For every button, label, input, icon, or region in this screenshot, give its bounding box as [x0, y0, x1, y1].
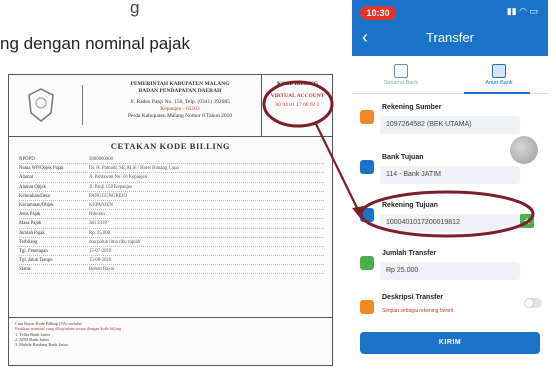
row-value: Hiburan	[89, 212, 105, 218]
active-tab-indicator	[464, 92, 530, 94]
table-row: Masa Pajak Juli 2018	[19, 219, 324, 229]
status-time: 10:30	[360, 6, 396, 20]
row-key: Alamat	[19, 175, 34, 181]
document-title: CETAKAN KODE BILLING	[110, 141, 231, 151]
row-value: 15-07-2018	[89, 248, 112, 254]
table-row: Kelurahan/Desa PANGGUNGREJO	[19, 192, 324, 201]
field-label: Rekening Tujuan	[382, 202, 438, 209]
amount-input[interactable]: Rp 25.000	[380, 262, 520, 280]
field-label: Rekening Sumber	[382, 104, 442, 111]
row-value: Juli 2018	[89, 221, 107, 227]
virtual-account-label: VIRTUAL ACCOUNT	[270, 93, 325, 99]
row-value: 2000000000	[89, 157, 113, 162]
table-row: Tgl. Jatuh Tempo 15-08-2018	[19, 256, 324, 266]
agency-department: BADAN PENDAPATAN DAERAH	[138, 88, 222, 94]
table-row: Tgl. Penetapan 15-07-2018	[19, 247, 324, 257]
billing-detail-table: NPOPD 2000000000 Nama WP/Objek Pajak Dr. H…	[19, 155, 324, 275]
contact-avatar[interactable]	[510, 136, 538, 164]
crest-icon	[28, 88, 54, 122]
row-key: Status	[19, 267, 31, 273]
row-value: PANGGUNGREJO	[89, 193, 127, 199]
bank-building-icon	[360, 160, 374, 174]
row-key: Alamat Objek	[19, 184, 47, 190]
billing-document: PEMERINTAH KABUPATEN MALANG BADAN PENDAP…	[8, 74, 333, 366]
row-value: 15-08-2018	[89, 258, 112, 264]
agency-address-2: Kepanjen - 65163	[160, 106, 200, 112]
row-key: Tgl. Penetapan	[19, 248, 48, 254]
row-key: Nama WP/Objek Pajak	[19, 166, 64, 172]
bank-transfer-icon	[492, 64, 506, 78]
wifi-icon: ◠	[519, 6, 527, 16]
field-label: Bank Tujuan	[382, 154, 424, 161]
row-value: dua puluh lima ribu rupiah	[89, 239, 141, 245]
table-row: Alamat Jl. Pahlawan No. 10 Kepanjen	[19, 173, 324, 183]
agency-address: Jl. Raden Panji No. 158, Telp. (0341) 39…	[130, 99, 230, 105]
tab-antar-bank[interactable]: Antar Bank	[450, 64, 548, 86]
row-key: Terbilang	[19, 239, 38, 245]
field-label: Jumlah Transfer	[382, 250, 437, 257]
table-row: Alamat Objek Jl. Panji 158 Kepanjen	[19, 183, 324, 192]
tab-sesama-bank[interactable]: Sesama Bank	[352, 64, 450, 86]
app-header: 10:30 ▮▮ ◠ ▭ ‹ Transfer	[352, 0, 548, 56]
table-row: Jumlah Pajak Rp. 25.000	[19, 229, 324, 238]
row-key: Masa Pajak	[19, 221, 42, 227]
note-icon	[360, 300, 374, 314]
favorite-star-icon[interactable]: ★	[520, 214, 534, 228]
screen-title: Transfer	[426, 30, 474, 45]
source-account-value[interactable]: 1097264582 (BEK UTAMA)	[380, 116, 520, 134]
row-value: Rp. 25.000	[89, 230, 111, 236]
table-row: NPOPD 2000000000	[19, 155, 324, 165]
signal-icon: ▮▮	[506, 6, 517, 16]
billing-code-box: KODE BILLING VIRTUAL ACCOUNT 00 04 01 17…	[261, 75, 332, 137]
table-row: Status Belum Bayar	[19, 265, 324, 275]
agency-regulation: Perda Kabupaten Malang Nomor 8 Tahun 201…	[127, 113, 233, 119]
agency-name: PEMERINTAH KABUPATEN MALANG	[130, 81, 230, 87]
row-value: Dr. H. Pamudi, SE, M.Si / Hotel Bintang …	[89, 166, 179, 172]
status-icons: ▮▮ ◠ ▭	[507, 6, 538, 17]
transfer-tabs: Sesama Bank Antar Bank	[352, 58, 548, 94]
mobile-banking-screen: 10:30 ▮▮ ◠ ▭ ‹ Transfer Sesama Bank Anta…	[352, 0, 548, 370]
slide-top-fragment: g	[130, 0, 140, 17]
row-key: Tgl. Jatuh Tempo	[19, 258, 53, 264]
billing-code-title: KODE BILLING	[276, 81, 319, 87]
destination-account-input[interactable]: 1000401017200019812	[380, 214, 520, 232]
row-key: Kelurahan/Desa	[19, 193, 50, 199]
agency-info: PEMERINTAH KABUPATEN MALANG BADAN PENDAP…	[105, 81, 255, 120]
agency-logo	[21, 85, 83, 125]
table-row: Kecamatan/Objek KEPANJEN	[19, 201, 324, 211]
bank-icon	[394, 64, 408, 78]
row-key: NPOPD	[19, 157, 35, 162]
table-row: Terbilang dua puluh lima ribu rupiah	[19, 238, 324, 247]
wallet-icon	[360, 110, 374, 124]
slide: g ng dengan nominal pajak PEMERINTAH KAB…	[0, 0, 556, 370]
payment-notes: Cara Bayar Kode Billing (VA) melalui: Pa…	[9, 317, 332, 350]
slide-heading: ng dengan nominal pajak	[0, 34, 190, 53]
row-value: KEPANJEN	[89, 202, 113, 208]
row-value: Belum Bayar	[89, 267, 115, 273]
row-key: Jumlah Pajak	[19, 230, 45, 236]
field-label: Deskripsi Transfer	[382, 294, 444, 301]
save-favorite-toggle[interactable]	[524, 298, 542, 308]
destination-account-field[interactable]: Rekening Tujuan 1000401017200019812	[352, 196, 548, 250]
table-row: Jenis Pajak Hiburan	[19, 210, 324, 220]
battery-icon: ▭	[529, 6, 538, 16]
money-icon	[360, 256, 374, 270]
document-header: PEMERINTAH KABUPATEN MALANG BADAN PENDAP…	[9, 75, 332, 137]
tab-label: Sesama Bank	[383, 80, 419, 86]
destination-bank-value[interactable]: 114 - Bank JATIM	[380, 166, 520, 184]
tab-label: Antar Bank	[485, 80, 513, 86]
row-key: Jenis Pajak	[19, 212, 41, 218]
virtual-account-number: 00 04 01 17 00 02 2	[275, 102, 320, 108]
table-row: Nama WP/Objek Pajak Dr. H. Pamudi, SE, M.…	[19, 164, 324, 174]
favorite-note: Simpan sebagai rekening favorit	[382, 308, 454, 314]
row-key: Kecamatan/Objek	[19, 202, 54, 208]
send-button[interactable]: KIRIM	[360, 332, 540, 354]
account-card-icon	[360, 208, 374, 222]
row-value: Jl. Panji 158 Kepanjen	[89, 184, 133, 190]
row-value: Jl. Pahlawan No. 10 Kepanjen	[89, 175, 148, 181]
notes-item: 3. Mobile Banking Bank Jatim	[15, 342, 68, 348]
